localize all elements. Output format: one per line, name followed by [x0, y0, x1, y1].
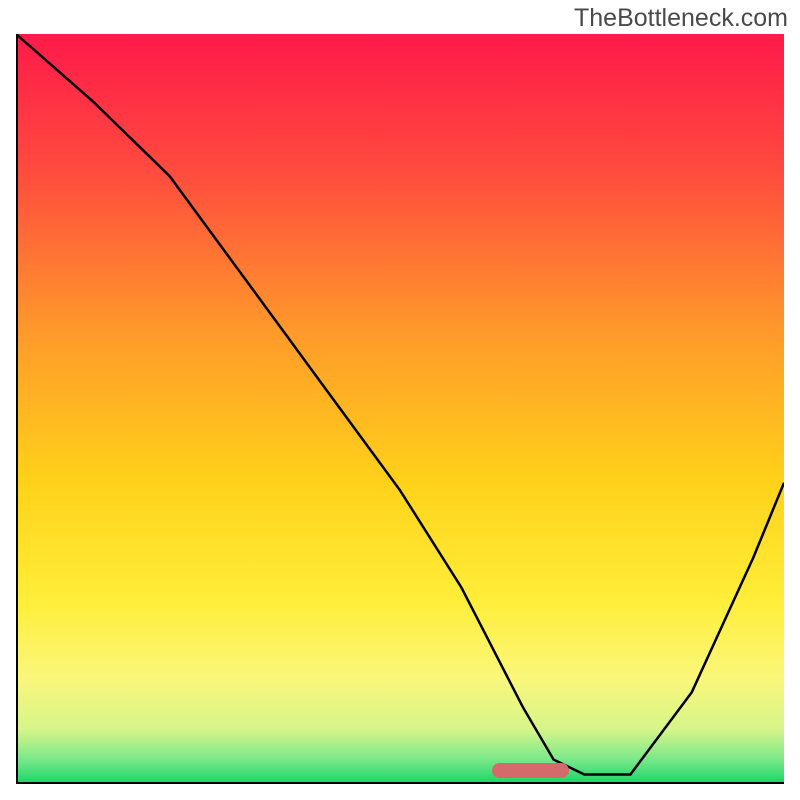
x-axis — [16, 782, 784, 784]
chart-container: TheBottleneck.com — [0, 0, 800, 800]
plot-area — [16, 34, 784, 782]
y-axis — [16, 34, 18, 784]
watermark-text: TheBottleneck.com — [574, 4, 788, 33]
optimal-range-marker — [492, 763, 569, 778]
bottleneck-curve — [16, 34, 784, 782]
